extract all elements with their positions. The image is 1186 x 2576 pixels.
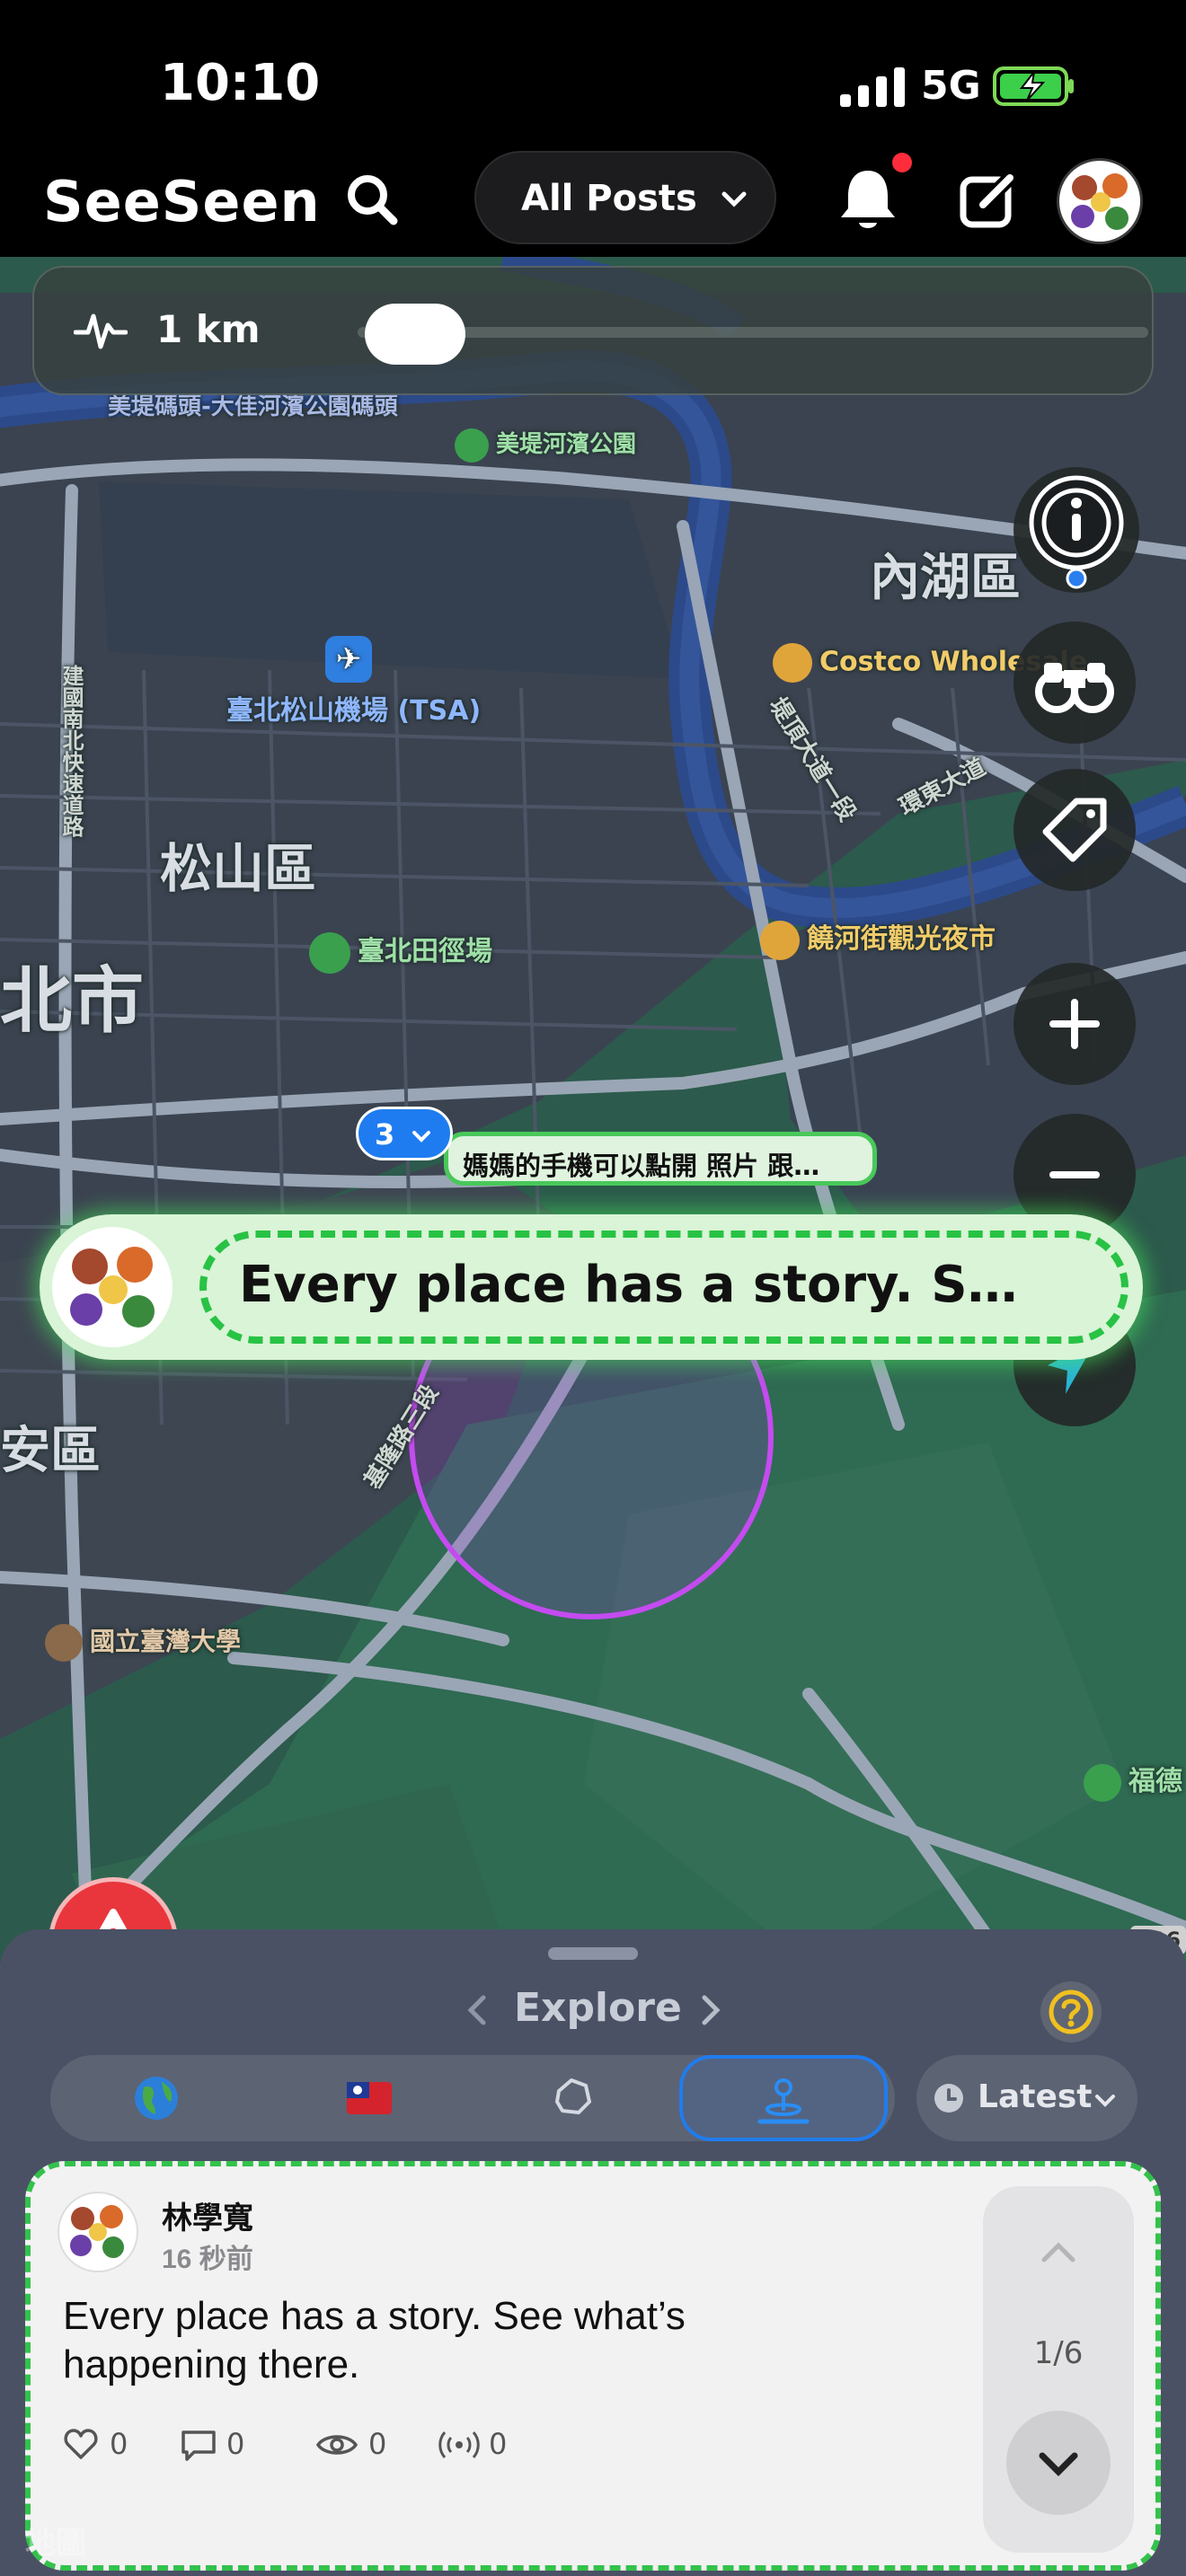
profile-avatar[interactable] <box>1057 158 1143 244</box>
compose-icon[interactable] <box>956 167 1021 232</box>
tag-icon <box>1042 798 1107 862</box>
help-button[interactable] <box>1040 1981 1102 2042</box>
chevron-up-icon[interactable] <box>1031 2231 1085 2276</box>
binoculars-icon <box>1035 663 1114 713</box>
activity-icon <box>74 313 128 349</box>
chevron-down-icon <box>721 191 747 207</box>
post-author[interactable]: 林學寬 <box>162 2193 253 2237</box>
post-pager: 1/6 <box>983 2186 1134 2553</box>
chevron-down-icon <box>412 1131 430 1142</box>
tab-nearby[interactable] <box>679 2055 888 2141</box>
signal-icon <box>840 67 905 107</box>
chevron-left-icon[interactable] <box>464 1992 491 2028</box>
map-post-callout[interactable]: Every place has a story. S… <box>40 1214 1143 1360</box>
post-card[interactable]: 林學寬 16 秒前 Every place has a story. See w… <box>25 2161 1161 2571</box>
map-post-pill-small[interactable]: 媽媽的手機可以點開 照片 跟… <box>444 1132 877 1186</box>
question-icon <box>1049 1989 1093 2034</box>
map-label-park: 美堤河濱公園 <box>455 426 636 463</box>
cluster-badge[interactable]: 3 <box>356 1107 453 1160</box>
comment-count: 0 <box>226 2427 245 2461</box>
map-label-neihu: 內湖區 <box>870 549 1021 607</box>
map-label-expressway: 建國南北快速道路 <box>58 665 84 837</box>
sheet-grabber[interactable] <box>548 1947 638 1960</box>
tab-country[interactable] <box>259 2055 467 2141</box>
chevron-down-icon <box>1095 2095 1115 2107</box>
bell-icon[interactable] <box>834 163 902 235</box>
radius-slider-track[interactable] <box>358 327 1148 338</box>
tag-button[interactable] <box>1013 769 1136 891</box>
plus-icon <box>1049 999 1100 1049</box>
author-avatar[interactable] <box>58 2192 138 2272</box>
notification-badge <box>892 153 912 172</box>
tab-region[interactable] <box>467 2055 676 2141</box>
post-body: Every place has a story. See what’s happ… <box>63 2294 686 2386</box>
battery-charging-icon <box>993 66 1074 106</box>
sheet-title: Explore <box>514 1985 682 2031</box>
search-icon[interactable] <box>343 171 401 228</box>
page-indicator: 1/6 <box>1033 2335 1084 2371</box>
binoculars-button[interactable] <box>1013 622 1136 744</box>
info-location-button[interactable] <box>1013 467 1139 593</box>
clock-icon <box>934 2084 963 2113</box>
views-stat: 0 <box>316 2423 406 2468</box>
tab-world[interactable] <box>50 2055 259 2141</box>
post-filter-dropdown[interactable]: All Posts <box>474 151 776 244</box>
broadcast-icon <box>438 2431 480 2458</box>
post-timestamp: 16 秒前 <box>162 2245 253 2274</box>
region-icon <box>555 2078 591 2114</box>
info-pin-icon <box>1029 475 1124 589</box>
like-count: 0 <box>110 2427 128 2461</box>
broadcast-count: 0 <box>489 2427 508 2461</box>
app-screen: 美堤碼頭-大佳河濱公園碼頭 美堤河濱公園 內湖區 Costco Wholesal… <box>0 0 1186 2576</box>
radius-slider-bar: 1 km <box>32 266 1154 395</box>
map-post-callout-text: Every place has a story. S… <box>239 1256 1018 1314</box>
map-post-pill-text: 媽媽的手機可以點開 照片 跟… <box>463 1151 820 1181</box>
heart-icon <box>64 2429 98 2459</box>
chevron-down-icon <box>1039 2452 1078 2476</box>
radius-slider-thumb[interactable] <box>365 304 465 365</box>
app-logo[interactable]: SeeSeen <box>43 169 321 234</box>
sort-label: Latest <box>978 2078 1093 2115</box>
avatar <box>52 1227 173 1347</box>
map-label-stadium: 臺北田徑場 <box>309 929 492 974</box>
nearby-pin-icon <box>757 2078 810 2124</box>
sort-dropdown[interactable]: Latest <box>916 2055 1137 2141</box>
eye-icon <box>316 2435 358 2455</box>
chevron-right-icon[interactable] <box>697 1992 724 2028</box>
zoom-in-button[interactable] <box>1013 963 1136 1085</box>
map-label-night-market: 饒河街觀光夜市 <box>760 916 996 960</box>
globe-icon <box>135 2077 178 2120</box>
comment-button[interactable]: 0 <box>180 2423 261 2468</box>
explore-bottom-sheet: Explore Latest 林學寬 16 秒前 Every place has… <box>0 1929 1186 2576</box>
view-count: 0 <box>368 2427 387 2461</box>
map-label-an-district: 安區 <box>0 1422 101 1480</box>
broadcast-stat: 0 <box>435 2423 525 2468</box>
scope-tabs <box>50 2055 895 2141</box>
comment-icon <box>181 2430 216 2461</box>
like-button[interactable]: 0 <box>63 2423 144 2468</box>
cluster-count: 3 <box>375 1117 395 1151</box>
map-tab-ghost-label: 地圖 <box>25 2527 86 2561</box>
map-label-airport: 臺北松山機場 (TSA) <box>226 695 482 727</box>
status-time: 10:10 <box>160 54 321 112</box>
network-type: 5G <box>921 63 981 109</box>
map-label-fude: 福德 <box>1084 1759 1182 1802</box>
post-filter-label: All Posts <box>521 178 697 219</box>
top-nav-bar: SeeSeen All Posts <box>0 144 1186 257</box>
radius-value: 1 km <box>156 307 261 351</box>
map-label-university: 國立臺灣大學 <box>45 1622 241 1662</box>
airport-icon: ✈ <box>325 636 372 683</box>
status-bar: 10:10 5G <box>0 0 1186 153</box>
flag-icon <box>347 2082 392 2114</box>
map-label-songshan: 松山區 <box>160 838 317 899</box>
next-post-button[interactable] <box>1006 2411 1111 2515</box>
map-label-city: 北市 <box>0 959 144 1043</box>
